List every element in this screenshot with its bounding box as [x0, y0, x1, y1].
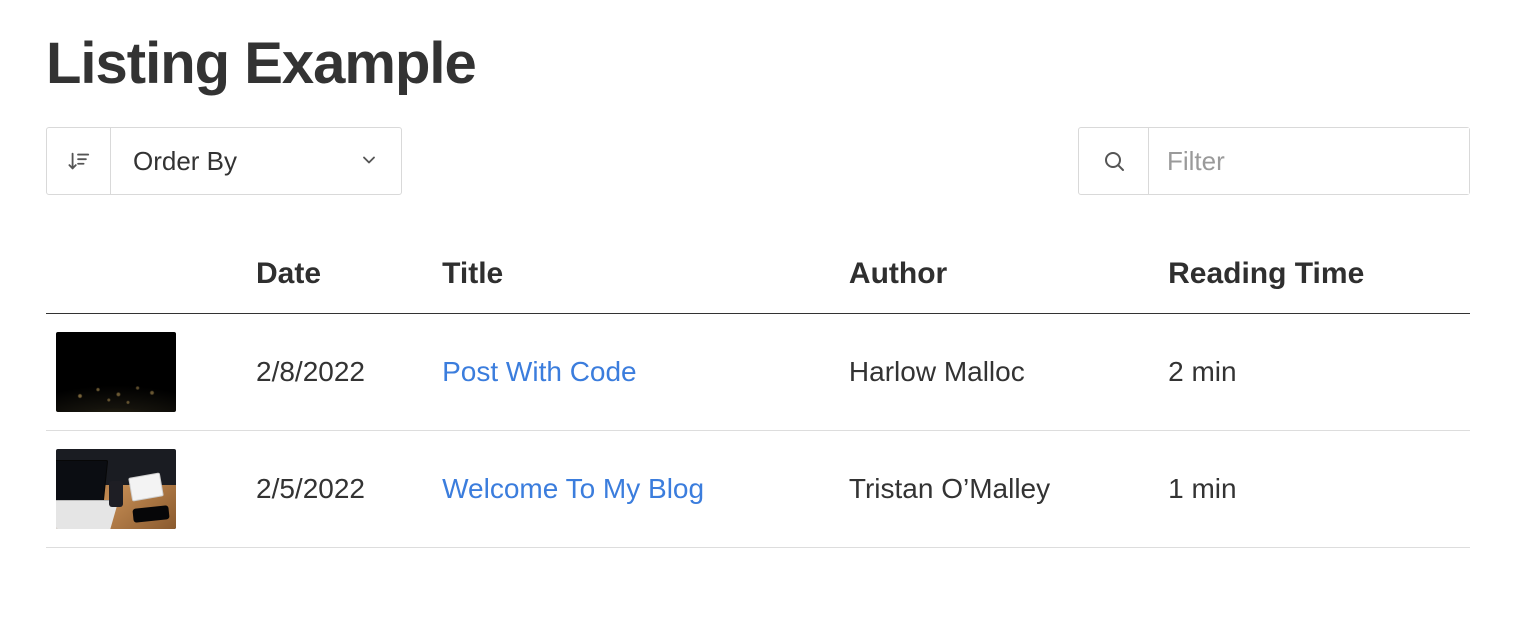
controls-bar: Order By: [46, 127, 1470, 195]
date-cell: 2/5/2022: [246, 431, 432, 548]
table-header-row: Date Title Author Reading Time: [46, 243, 1470, 314]
page-title: Listing Example: [46, 30, 1470, 97]
sort-icon: [47, 128, 111, 194]
order-by-label: Order By: [133, 146, 237, 177]
search-icon: [1079, 128, 1149, 194]
date-cell: 2/8/2022: [246, 314, 432, 431]
col-date-header[interactable]: Date: [246, 243, 432, 314]
reading-time-cell: 2 min: [1158, 314, 1470, 431]
table-row: 2/5/2022 Welcome To My Blog Tristan O’Mall…: [46, 431, 1470, 548]
title-cell: Welcome To My Blog: [432, 431, 839, 548]
post-title-link[interactable]: Welcome To My Blog: [442, 473, 704, 504]
filter-control[interactable]: [1078, 127, 1470, 195]
chevron-down-icon: [359, 146, 379, 177]
table-row: 2/8/2022 Post With Code Harlow Malloc2 min: [46, 314, 1470, 431]
thumbnail-cell: [46, 431, 246, 548]
listing-table: Date Title Author Reading Time 2/8/2022 P…: [46, 243, 1470, 548]
author-cell: Tristan O’Malley: [839, 431, 1158, 548]
post-title-link[interactable]: Post With Code: [442, 356, 637, 387]
col-author-header[interactable]: Author: [839, 243, 1158, 314]
thumbnail-cell: [46, 314, 246, 431]
col-title-header[interactable]: Title: [432, 243, 839, 314]
thumbnail-image[interactable]: [56, 449, 176, 529]
order-by-control[interactable]: Order By: [46, 127, 402, 195]
title-cell: Post With Code: [432, 314, 839, 431]
reading-time-cell: 1 min: [1158, 431, 1470, 548]
order-by-dropdown[interactable]: Order By: [111, 128, 401, 194]
col-thumb-header: [46, 243, 246, 314]
col-reading-time-header[interactable]: Reading Time: [1158, 243, 1470, 314]
filter-input[interactable]: [1149, 128, 1469, 194]
author-cell: Harlow Malloc: [839, 314, 1158, 431]
thumbnail-image[interactable]: [56, 332, 176, 412]
